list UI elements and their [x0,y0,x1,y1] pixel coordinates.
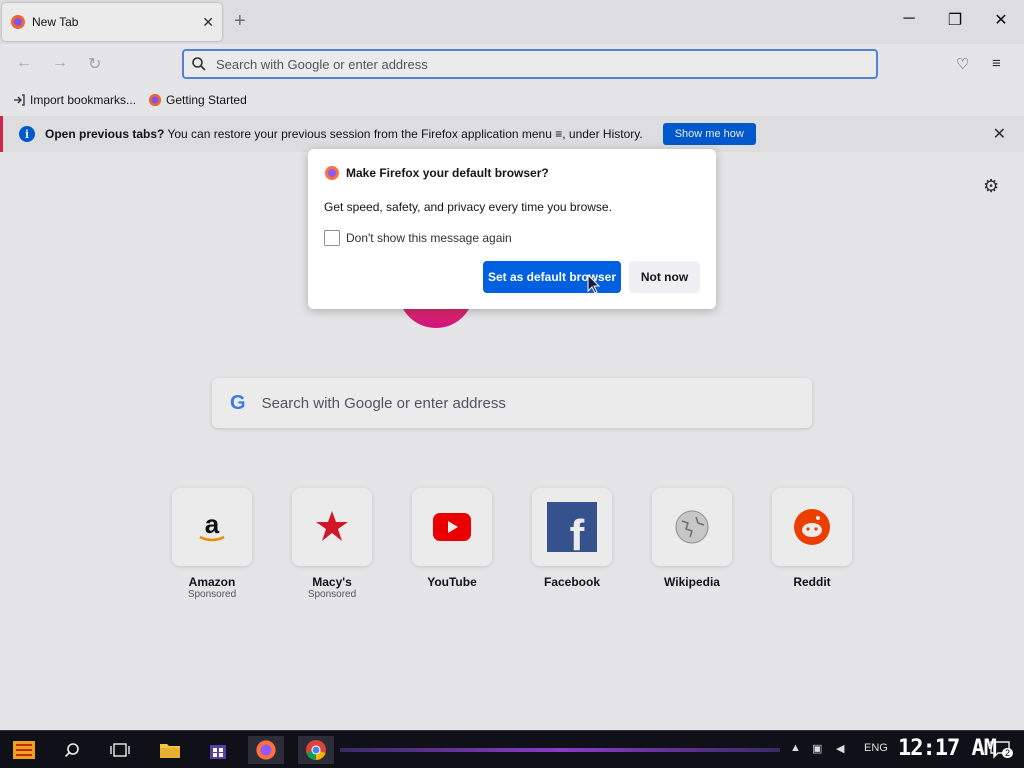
restore-button[interactable]: ❐ [940,10,970,30]
dialog-body: Get speed, safety, and privacy every tim… [324,200,612,214]
network-icon[interactable]: ▣ [812,742,822,755]
dialog-header: Make Firefox your default browser? [324,165,549,181]
restore-session-notification: i Open previous tabs? You can restore yo… [0,116,1024,152]
store-button[interactable] [200,736,236,764]
reload-button[interactable]: ↻ [88,54,101,74]
chrome-icon [306,740,326,760]
svg-text:f: f [570,511,585,552]
file-explorer-button[interactable] [152,736,188,764]
close-window-button[interactable]: ✕ [986,10,1016,30]
firefox-icon [325,166,339,180]
macys-icon [292,488,372,566]
top-site-name: Amazon [188,575,236,589]
top-site-reddit[interactable]: Reddit [772,488,852,600]
url-bar[interactable]: Search with Google or enter address [182,49,878,79]
dialog-title: Make Firefox your default browser? [346,166,549,180]
youtube-icon [412,488,492,566]
google-icon: G [230,391,246,414]
action-center-button[interactable]: 2 [982,736,1018,764]
sponsored-label: Sponsored [187,589,237,600]
folder-icon [160,744,180,758]
top-site-name: Facebook [543,575,600,589]
dont-show-again-checkbox[interactable]: Don't show this message again [324,230,512,246]
taskbar: ▲ ▣ ◀ ENG 12:17 AM 2 [0,730,1024,768]
volume-icon[interactable]: ◀ [836,742,844,755]
top-site-name: YouTube [427,575,477,589]
bookmark-getting-started[interactable]: Getting Started [148,93,247,107]
sponsored-label: Sponsored [307,589,357,600]
top-site-name: Macy's [312,575,352,589]
firefox-icon [11,15,25,29]
bookmarks-toolbar: Import bookmarks... Getting Started [0,86,1024,114]
info-icon: i [19,126,35,142]
close-tab-icon[interactable]: ✕ [202,14,214,31]
top-site-name: Reddit [793,575,831,589]
top-site-facebook[interactable]: f Facebook [532,488,612,600]
tab-title: New Tab [32,15,79,29]
firefox-icon [148,93,162,107]
bookmark-getting-started-label: Getting Started [166,93,247,107]
import-icon [14,94,25,106]
pocket-icon[interactable]: ♡ [956,55,969,73]
search-icon [64,743,79,758]
search-icon [192,57,206,71]
show-me-how-button[interactable]: Show me how [662,123,756,145]
minimize-button[interactable]: ─ [894,10,924,28]
forward-button[interactable]: → [52,54,68,72]
firefox-taskbar-button[interactable] [248,736,284,764]
checkbox-label: Don't show this message again [346,231,512,245]
language-indicator[interactable]: ENG [864,742,888,754]
new-tab-button[interactable]: + [234,10,246,33]
svg-text:a: a [205,509,220,539]
newtab-search-placeholder: Search with Google or enter address [261,394,506,412]
default-browser-dialog: Make Firefox your default browser? Get s… [308,149,716,309]
top-site-wikipedia[interactable]: Wikipedia [652,488,732,600]
chrome-taskbar-button[interactable] [298,736,334,764]
task-view-icon [110,743,130,757]
wikipedia-icon [652,488,732,566]
top-site-name: Wikipedia [664,575,720,589]
gear-icon[interactable]: ⚙ [983,176,999,197]
top-site-youtube[interactable]: YouTube [412,488,492,600]
notification-count-badge: 2 [1002,748,1014,758]
notification-message: Open previous tabs? You can restore your… [45,127,643,141]
close-notification-icon[interactable]: ✕ [993,124,1006,144]
top-site-macys[interactable]: Macy's Sponsored [292,488,372,600]
start-button[interactable] [6,736,42,764]
newtab-search-input[interactable]: G Search with Google or enter address [212,378,812,428]
app-menu-icon[interactable]: ≡ [992,55,1001,72]
mouse-cursor-icon [587,274,601,294]
back-button[interactable]: ← [16,54,32,72]
bookmark-import[interactable]: Import bookmarks... [12,93,136,107]
bookmark-import-label: Import bookmarks... [30,93,137,107]
taskbar-decoration [340,748,780,752]
url-bar-placeholder: Search with Google or enter address [216,56,428,72]
top-site-amazon[interactable]: a Amazon Sponsored [172,488,252,600]
reddit-icon [772,488,852,566]
facebook-icon: f [532,488,612,566]
firefox-icon [256,740,276,760]
task-view-button[interactable] [102,736,138,764]
top-sites: a Amazon Sponsored Macy's Sponsored YouT… [172,488,852,600]
tab-new-tab[interactable]: New Tab ✕ [2,3,222,41]
store-icon [210,745,226,759]
notification-text: You can restore your previous session fr… [164,127,643,141]
search-button[interactable] [54,736,90,764]
start-icon [13,741,35,759]
tab-strip: New Tab ✕ + ─ ❐ ✕ [0,0,1024,44]
checkbox-box[interactable] [324,230,340,246]
show-hidden-icons-button[interactable]: ▲ [790,742,801,754]
not-now-button[interactable]: Not now [629,261,700,293]
notification-bold: Open previous tabs? [45,127,165,141]
nav-bar: ← → ↻ Search with Google or enter addres… [0,44,1024,86]
amazon-icon: a [172,488,252,566]
